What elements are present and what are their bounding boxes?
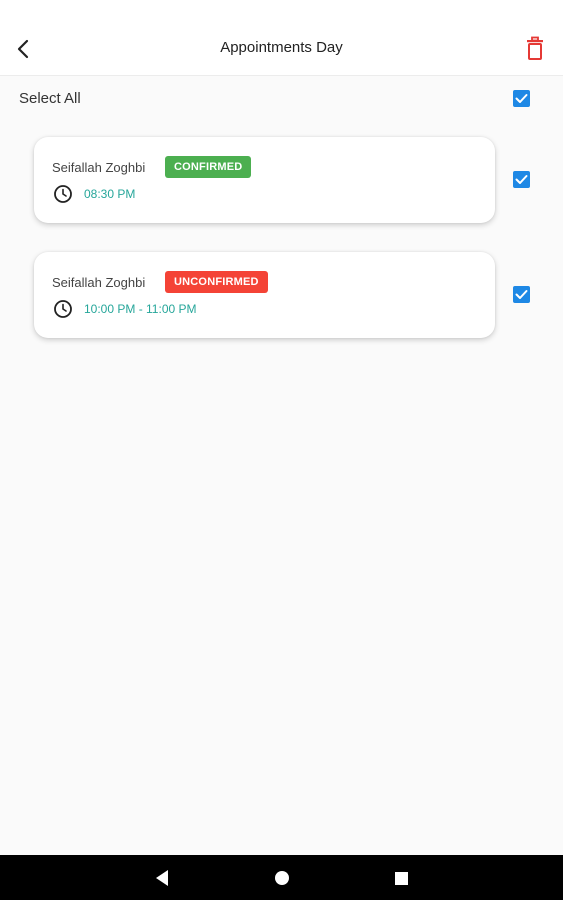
appointment-time: 10:00 PM - 11:00 PM <box>84 302 197 316</box>
select-all-label: Select All <box>19 90 81 107</box>
patient-name: Seifallah Zoghbi <box>52 275 146 290</box>
nav-recents-button[interactable] <box>390 867 412 889</box>
select-all-checkbox[interactable] <box>513 90 530 107</box>
appointment-checkbox[interactable] <box>513 171 530 188</box>
clock-icon <box>54 300 72 318</box>
appointment-time: 08:30 PM <box>84 187 136 201</box>
system-nav-bar <box>0 855 563 900</box>
checkmark-icon <box>515 94 528 103</box>
status-badge: CONFIRMED <box>165 156 252 178</box>
circle-home-icon <box>275 871 289 885</box>
page-title: Appointments Day <box>220 39 343 56</box>
checkmark-icon <box>515 290 528 299</box>
nav-home-button[interactable] <box>271 867 293 889</box>
delete-button[interactable] <box>522 36 548 62</box>
triangle-back-icon <box>156 870 168 886</box>
checkmark-icon <box>515 175 528 184</box>
app-bar: Appointments Day <box>0 0 563 76</box>
clock-icon <box>54 185 72 203</box>
appointment-checkbox[interactable] <box>513 286 530 303</box>
trash-icon <box>527 36 543 60</box>
nav-back-button[interactable] <box>150 867 174 889</box>
square-recents-icon <box>395 872 408 885</box>
appointment-card[interactable]: Seifallah Zoghbi UNCONFIRMED 10:00 PM - … <box>34 252 495 338</box>
patient-name: Seifallah Zoghbi <box>52 160 146 175</box>
appointment-card[interactable]: Seifallah Zoghbi CONFIRMED 08:30 PM <box>34 137 495 223</box>
status-badge: UNCONFIRMED <box>165 271 268 293</box>
